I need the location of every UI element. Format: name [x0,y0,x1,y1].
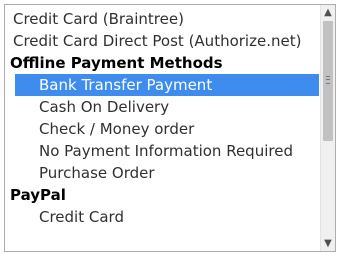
scrollbar-thumb[interactable] [323,21,333,141]
options-list: Credit Card (Braintree) Credit Card Dire… [5,5,319,251]
optgroup-paypal: PayPal [10,186,66,204]
option-no-payment-information-required[interactable]: No Payment Information Required [15,140,319,162]
chevron-down-icon[interactable]: ▼ [321,236,335,251]
option-purchase-order[interactable]: Purchase Order [15,162,319,184]
payment-methods-listbox[interactable]: Credit Card (Braintree) Credit Card Dire… [4,4,336,252]
optgroup-offline-payment-methods: Offline Payment Methods [10,54,223,72]
chevron-up-icon[interactable]: ▲ [321,5,335,20]
option-credit-card-braintree[interactable]: Credit Card (Braintree) [5,8,319,30]
vertical-scrollbar[interactable]: ▲ ▼ [320,5,335,251]
option-bank-transfer-payment[interactable]: Bank Transfer Payment [15,74,319,96]
option-cash-on-delivery[interactable]: Cash On Delivery [15,96,319,118]
option-paypal-credit-card[interactable]: Credit Card [15,206,319,228]
grip-icon [326,76,330,84]
option-check-money-order[interactable]: Check / Money order [15,118,319,140]
option-credit-card-direct-post[interactable]: Credit Card Direct Post (Authorize.net) [5,30,319,52]
